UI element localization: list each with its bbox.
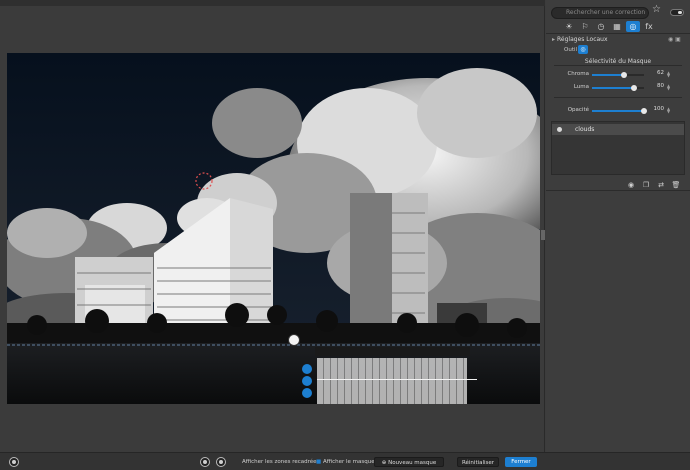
eye-icon[interactable]: ◉ — [626, 181, 636, 189]
bottom-bar: Afficher les zones recadrées ■ Afficher … — [0, 452, 690, 470]
mask-name: clouds — [575, 126, 595, 133]
opacity-slider[interactable] — [592, 108, 647, 114]
luma-value[interactable]: 80 — [650, 83, 664, 92]
tool-picker-button[interactable]: ◎ — [578, 45, 588, 54]
close-button[interactable]: Fermer — [505, 457, 537, 467]
luma-stepper-icon[interactable]: ▲ ▼ — [667, 84, 670, 91]
section-header-icons[interactable]: ◉ ▣ — [668, 36, 681, 43]
tab-local-adjust-icon[interactable]: ◎ — [626, 21, 640, 32]
mask-list: clouds — [551, 121, 685, 175]
chroma-slider[interactable] — [592, 72, 644, 78]
tab-history-icon[interactable]: ◷ — [594, 21, 608, 32]
opacity-label: Opacité — [567, 107, 589, 113]
equalizer-grid[interactable] — [317, 358, 467, 404]
luma-knob[interactable] — [630, 85, 637, 91]
preview-icon[interactable] — [216, 457, 226, 467]
image-viewer[interactable] — [0, 0, 545, 452]
divider — [554, 97, 682, 98]
app-window: Rechercher une correction ☆ ☀ ⚐ ◷ ▦ ◎ fx… — [0, 0, 690, 470]
mask-selectivity-title: Sélectivité du Masque — [584, 58, 652, 65]
tab-fx-icon[interactable]: fx — [642, 21, 656, 32]
opacity-knob[interactable] — [641, 108, 647, 114]
search-input[interactable]: Rechercher une correction — [551, 7, 649, 19]
trash-icon[interactable]: 🗑 — [671, 181, 681, 189]
compare-icon[interactable] — [200, 457, 210, 467]
opacity-value[interactable]: 100 — [650, 106, 665, 115]
mask-list-item[interactable]: clouds — [552, 124, 684, 135]
opacity-stepper-icon[interactable]: ▲ ▼ — [667, 107, 670, 114]
mask-dot-icon — [557, 127, 562, 132]
divider — [546, 33, 690, 34]
adjust-toolbar[interactable] — [315, 347, 470, 356]
chroma-label: Chroma — [567, 71, 589, 77]
right-panel: Rechercher une correction ☆ ☀ ⚐ ◷ ▦ ◎ fx… — [546, 0, 690, 452]
copy-icon[interactable]: ❐ — [641, 181, 651, 189]
mask-tools: ◉ ❐ ⇄ 🗑 — [626, 181, 681, 189]
tab-sun-icon[interactable]: ☀ — [562, 21, 576, 32]
new-mask-button[interactable]: ⊕ Nouveau masque — [374, 457, 444, 467]
luma-slider-row: Luma 80 ▲ ▼ — [546, 83, 690, 93]
star-icon[interactable]: ☆ — [652, 4, 661, 15]
tab-grid-icon[interactable]: ▦ — [610, 21, 624, 32]
divider — [554, 65, 682, 66]
side-button-3[interactable] — [302, 388, 312, 398]
tool-tabs: ☀ ⚐ ◷ ▦ ◎ fx — [562, 21, 656, 33]
tool-label: Outil — [564, 47, 578, 53]
section-title: Réglages Locaux — [557, 36, 608, 43]
adjust-pin[interactable] — [288, 334, 300, 346]
toggle-icon[interactable] — [670, 9, 684, 16]
panel-resize-handle[interactable] — [541, 230, 545, 240]
settings-icon[interactable] — [9, 457, 19, 467]
luma-label: Luma — [573, 84, 589, 90]
side-button-1[interactable] — [302, 364, 312, 374]
reset-button[interactable]: Réinitialiser — [457, 457, 499, 467]
chroma-slider-row: Chroma 62 ▲ ▼ — [546, 70, 690, 80]
divider — [546, 190, 690, 191]
equalizer-line — [317, 379, 477, 380]
luma-slider[interactable] — [592, 85, 644, 91]
tab-lock-icon[interactable]: ⚐ — [578, 21, 592, 32]
side-button-2[interactable] — [302, 376, 312, 386]
section-header[interactable]: ▸ Réglages Locaux — [552, 36, 608, 43]
mask-indicator-icon: ■ — [316, 459, 322, 465]
chroma-value[interactable]: 62 — [650, 70, 664, 79]
chroma-stepper-icon[interactable]: ▲ ▼ — [667, 71, 670, 78]
swap-icon[interactable]: ⇄ — [656, 181, 666, 189]
show-crop-toggle[interactable]: Afficher les zones recadrées — [242, 457, 319, 467]
photo-canvas[interactable] — [7, 53, 540, 404]
viewer-top-strip — [0, 0, 545, 6]
opacity-slider-row: Opacité 100 ▲ ▼ — [546, 106, 690, 116]
collapse-triangle-icon: ▸ — [552, 36, 556, 43]
chroma-knob[interactable] — [621, 72, 628, 78]
show-mask-toggle[interactable]: Afficher le masque — [323, 457, 375, 467]
new-mask-label: Nouveau masque — [388, 460, 437, 466]
